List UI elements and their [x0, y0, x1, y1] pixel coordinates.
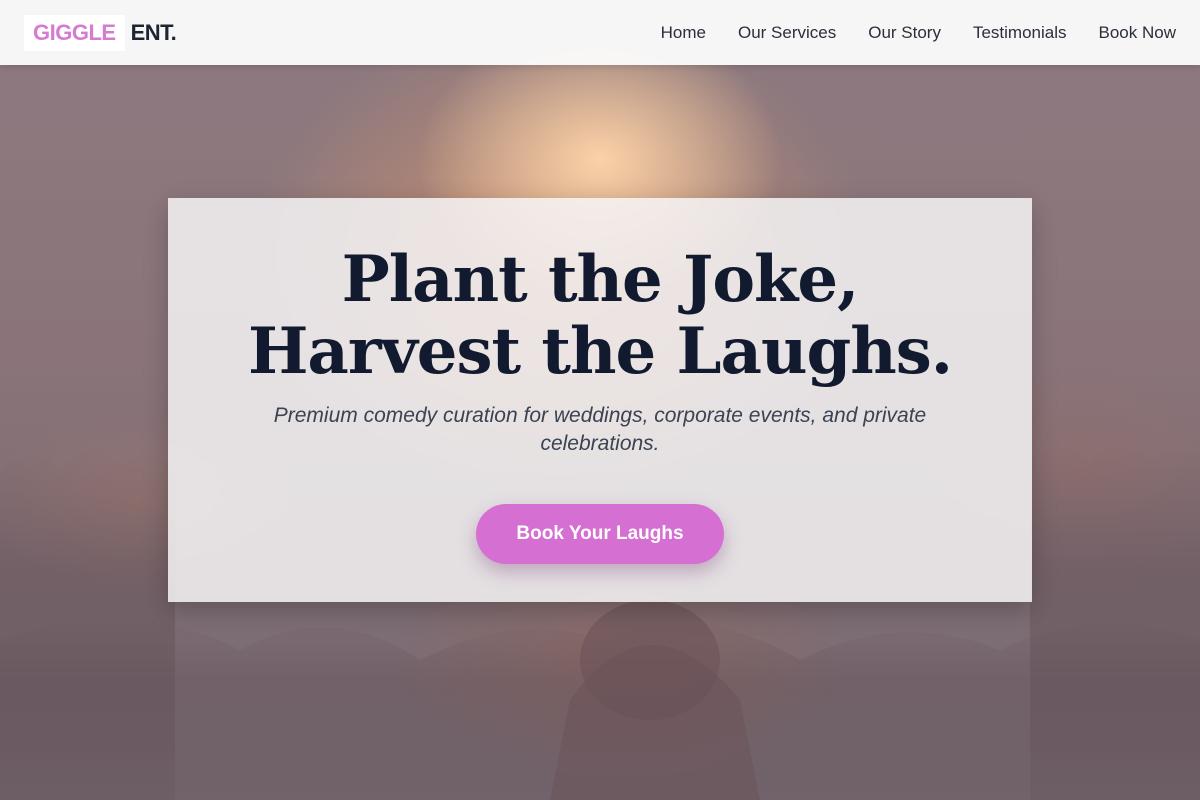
site-header: GIGGLE ENT. Home Our Services Our Story … — [0, 0, 1200, 65]
hero-subheadline: Premium comedy curation for weddings, co… — [273, 404, 927, 455]
logo-highlight-text: GIGGLE — [24, 14, 125, 51]
hero-headline: Plant the Joke, Harvest the Laughs. — [247, 242, 953, 389]
logo-text: ENT. — [130, 19, 177, 45]
hero-card: Plant the Joke, Harvest the Laughs. Prem… — [168, 198, 1032, 602]
book-your-laughs-button[interactable]: Book Your Laughs — [476, 504, 724, 564]
nav-link-home[interactable]: Home — [661, 23, 706, 43]
nav-link-testimonials[interactable]: Testimonials — [973, 23, 1067, 43]
nav-link-our-services[interactable]: Our Services — [738, 23, 836, 43]
nav-link-book-now[interactable]: Book Now — [1099, 23, 1176, 43]
nav-link-our-story[interactable]: Our Story — [868, 23, 941, 43]
brand-logo[interactable]: GIGGLE ENT. — [24, 14, 177, 51]
main-nav: Home Our Services Our Story Testimonials… — [629, 23, 1176, 43]
